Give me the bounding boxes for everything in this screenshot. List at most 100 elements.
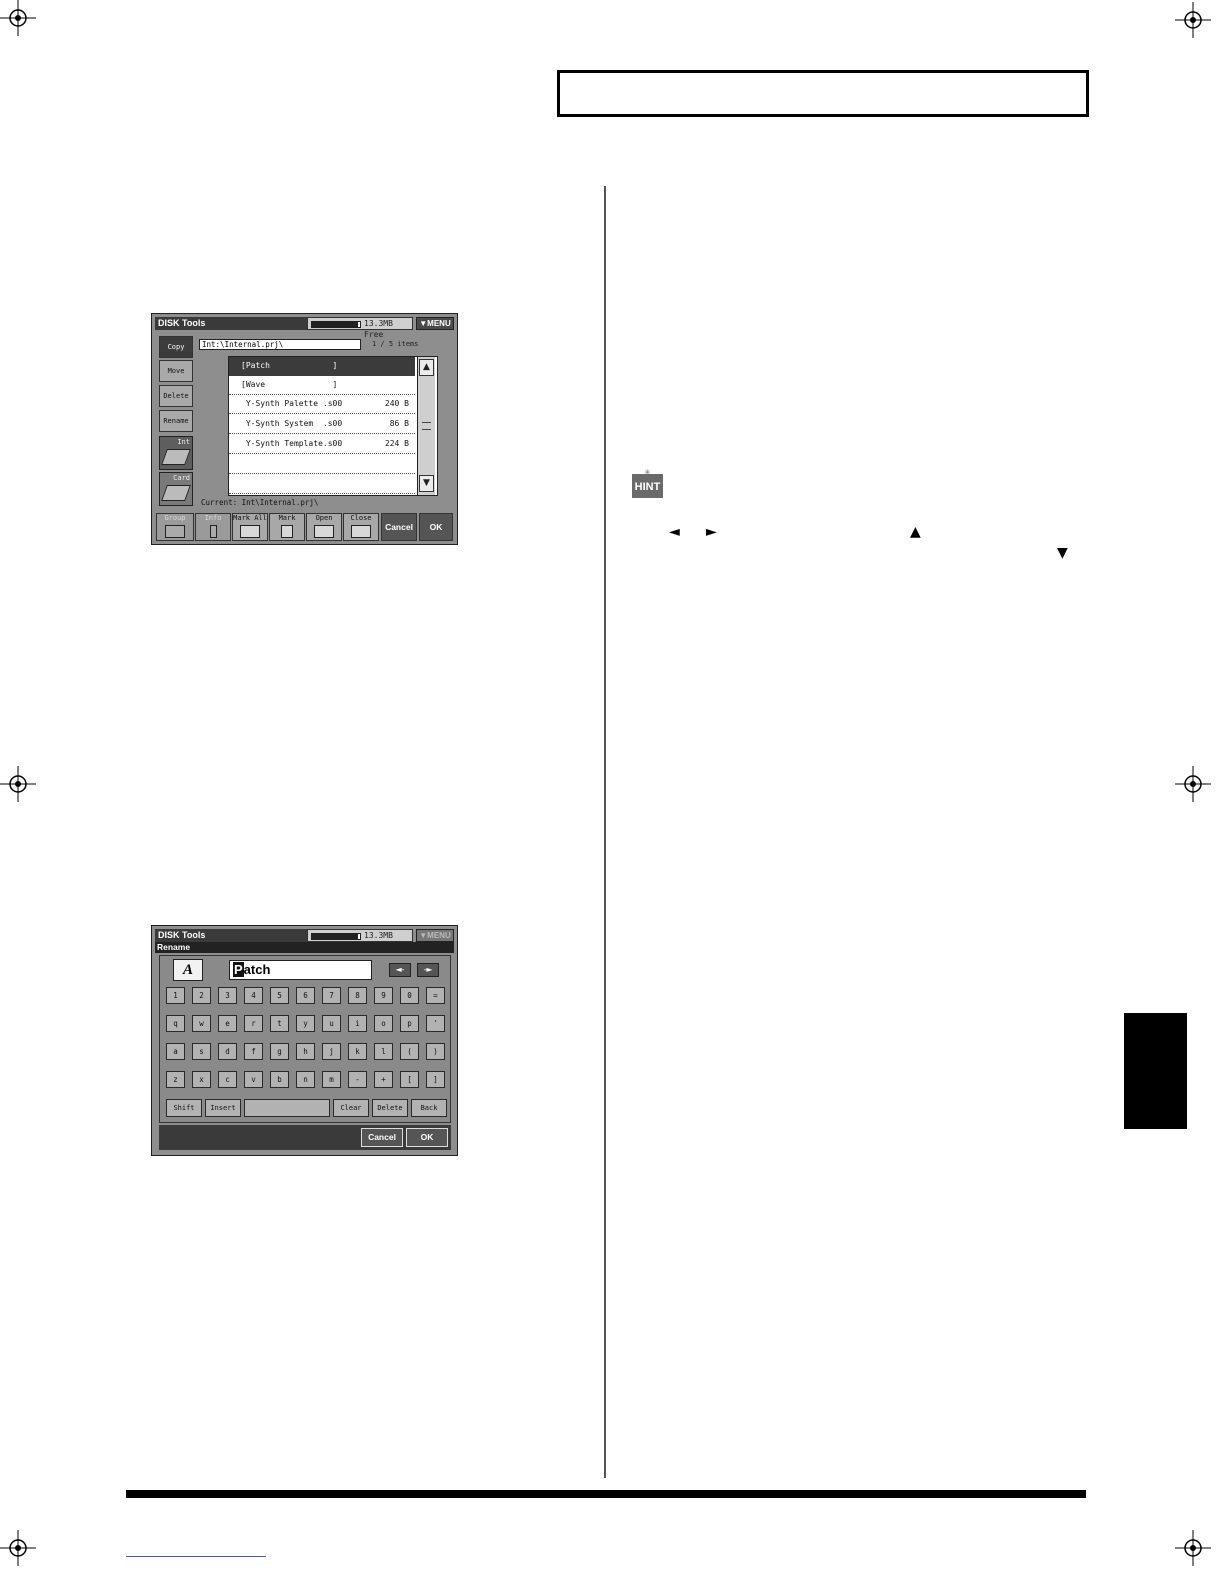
key[interactable]: m <box>322 1071 341 1088</box>
close-label: Close <box>350 514 372 522</box>
key[interactable]: ' <box>426 1015 445 1032</box>
key[interactable]: v <box>244 1071 263 1088</box>
key[interactable]: l <box>374 1043 393 1060</box>
key[interactable]: 5 <box>270 987 289 1004</box>
scrollbar[interactable]: ▲ ▼ <box>417 357 435 495</box>
key[interactable]: 7 <box>322 987 341 1004</box>
memory-chip-icon <box>161 449 191 465</box>
key[interactable]: t <box>270 1015 289 1032</box>
scroll-down-icon[interactable]: ▼ <box>419 475 434 492</box>
cancel-button[interactable]: Cancel <box>361 1128 403 1147</box>
cursor-right-button[interactable]: -► <box>417 963 439 977</box>
open-button[interactable]: Open <box>306 513 342 541</box>
mark-button[interactable]: Mark <box>269 513 305 541</box>
key[interactable]: 4 <box>244 987 263 1004</box>
text-cursor: P <box>233 962 244 977</box>
footer-rule <box>126 1490 1086 1498</box>
key[interactable]: b <box>270 1071 289 1088</box>
up-arrow-icon: ▲ <box>910 524 921 540</box>
file-name: [Wave ] <box>241 380 338 389</box>
key[interactable]: 3 <box>218 987 237 1004</box>
key[interactable]: s <box>192 1043 211 1060</box>
file-name: Y-Synth Palette .s00 <box>241 399 343 408</box>
key[interactable]: 9 <box>374 987 393 1004</box>
key[interactable]: + <box>374 1071 393 1088</box>
name-field[interactable]: Patch <box>229 960 372 980</box>
close-button[interactable]: Close <box>343 513 379 541</box>
key[interactable]: g <box>270 1043 289 1060</box>
info-icon <box>209 525 217 538</box>
copy-button[interactable]: Copy <box>159 336 193 358</box>
key[interactable]: - <box>348 1071 367 1088</box>
key[interactable]: a <box>166 1043 185 1060</box>
info-button[interactable]: Info <box>195 513 231 541</box>
rename-screen: DISK Tools 13.3MB Free ▼MENU Rename A Pa… <box>151 925 458 1156</box>
key[interactable]: c <box>218 1071 237 1088</box>
file-row[interactable]: Y-Synth Palette .s00 240 B <box>229 395 415 414</box>
key[interactable]: k <box>348 1043 367 1060</box>
key[interactable]: x <box>192 1071 211 1088</box>
file-row[interactable]: Y-Synth Template.s00 224 B <box>229 435 415 454</box>
delete-key[interactable]: Delete <box>372 1099 408 1117</box>
mark-icon <box>281 525 293 538</box>
key[interactable]: ) <box>426 1043 445 1060</box>
key[interactable]: [ <box>400 1071 419 1088</box>
key[interactable]: u <box>322 1015 341 1032</box>
key[interactable]: e <box>218 1015 237 1032</box>
move-button[interactable]: Move <box>159 360 193 382</box>
shift-key[interactable]: Shift <box>166 1099 202 1117</box>
key[interactable]: h <box>296 1043 315 1060</box>
file-row-empty <box>229 475 415 494</box>
menu-button[interactable]: ▼MENU <box>416 317 454 330</box>
key[interactable]: w <box>192 1015 211 1032</box>
memory-card-icon <box>161 485 191 501</box>
scroll-up-icon[interactable]: ▲ <box>419 359 434 376</box>
key[interactable]: 8 <box>348 987 367 1004</box>
key[interactable]: p <box>400 1015 419 1032</box>
key[interactable]: j <box>322 1043 341 1060</box>
key[interactable]: f <box>244 1043 263 1060</box>
key[interactable]: i <box>348 1015 367 1032</box>
key[interactable]: 6 <box>296 987 315 1004</box>
scroll-grip-icon[interactable] <box>422 422 431 430</box>
mark-all-label: Mark All <box>233 514 267 522</box>
insert-key[interactable]: Insert <box>205 1099 241 1117</box>
hint-sparkle-icon: ✳ <box>644 468 651 477</box>
back-key[interactable]: Back <box>411 1099 447 1117</box>
delete-button[interactable]: Delete <box>159 385 193 407</box>
cancel-button[interactable]: Cancel <box>381 513 417 541</box>
key[interactable]: r <box>244 1015 263 1032</box>
right-arrow-icon: ► <box>706 524 717 540</box>
key[interactable]: 1 <box>166 987 185 1004</box>
key[interactable]: d <box>218 1043 237 1060</box>
file-row[interactable]: [Patch ] <box>229 357 415 376</box>
key[interactable]: o <box>374 1015 393 1032</box>
key[interactable]: q <box>166 1015 185 1032</box>
card-device-button[interactable]: Card <box>159 472 193 506</box>
key[interactable]: ( <box>400 1043 419 1060</box>
key[interactable]: 0 <box>400 987 419 1004</box>
key[interactable]: = <box>426 987 445 1004</box>
group-button[interactable]: Group <box>156 513 194 541</box>
mark-all-button[interactable]: Mark All <box>232 513 268 541</box>
internal-device-button[interactable]: Int <box>159 436 193 470</box>
key[interactable]: y <box>296 1015 315 1032</box>
registration-mark-top-right <box>1175 2 1211 38</box>
file-row-empty <box>229 455 415 474</box>
space-key[interactable] <box>244 1099 330 1117</box>
key[interactable]: n <box>296 1071 315 1088</box>
rename-title: Rename <box>155 942 454 953</box>
key[interactable]: z <box>166 1071 185 1088</box>
file-row[interactable]: [Wave ] <box>229 376 415 395</box>
ok-button[interactable]: OK <box>419 513 453 541</box>
clear-key[interactable]: Clear <box>333 1099 369 1117</box>
group-icon <box>165 525 185 538</box>
key[interactable]: 2 <box>192 987 211 1004</box>
cursor-left-button[interactable]: ◄- <box>389 963 411 977</box>
file-row[interactable]: Y-Synth System .s00 86 B <box>229 415 415 434</box>
free-space-bar <box>311 321 361 328</box>
ok-button[interactable]: OK <box>406 1128 448 1147</box>
free-space-indicator: 13.3MB Free <box>307 929 413 951</box>
key[interactable]: ] <box>426 1071 445 1088</box>
rename-button[interactable]: Rename <box>159 410 193 432</box>
